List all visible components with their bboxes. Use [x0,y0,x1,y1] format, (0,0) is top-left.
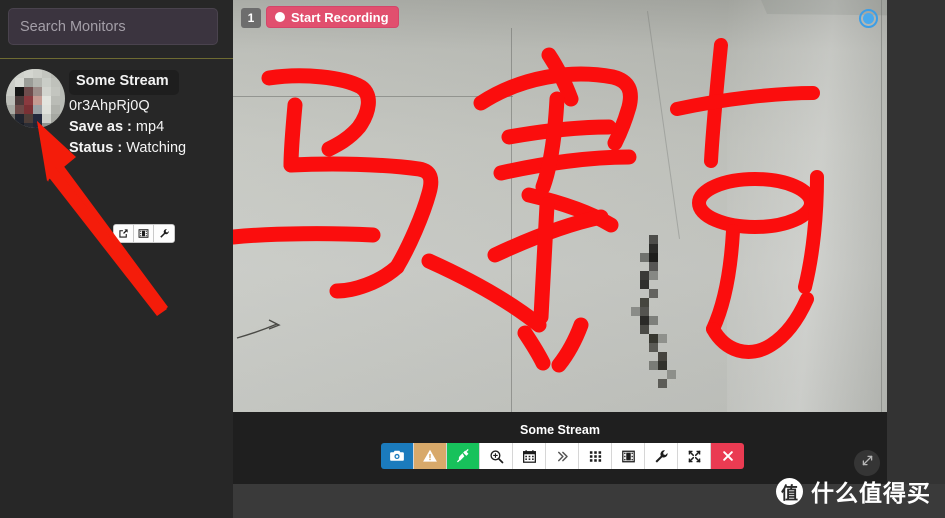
monitor-save-as: Save as : mp4 [69,117,231,137]
resize-handle[interactable] [854,450,880,476]
camera-icon [389,448,405,464]
record-dot-icon [275,12,285,22]
detector-button[interactable] [414,443,447,469]
wrench-icon [159,228,170,239]
app-window: Some Stream 0r3AhpRj0Q Save as : mp4 Sta… [0,0,945,518]
watermark-text: 什么值得买 [811,481,931,507]
videos-button[interactable] [612,443,645,469]
close-x-icon [721,449,735,463]
save-as-value: mp4 [135,118,165,135]
watermark-logo-icon: 值 [776,477,803,505]
start-recording-label: Start Recording [291,9,389,25]
calendar-button[interactable] [513,443,546,469]
watermark: 值 什么值得买 [776,474,931,508]
chevron-double-right-icon [555,449,570,464]
external-link-icon [118,228,129,239]
outer-right-background [887,0,945,484]
monitor-title: Some Stream [69,70,179,95]
zoom-button[interactable] [480,443,513,469]
sidebar-divider [0,58,233,59]
video-top-overlay: 1 Start Recording [233,0,887,36]
close-button[interactable] [711,443,744,469]
sidebar: Some Stream 0r3AhpRj0Q Save as : mp4 Sta… [0,0,233,518]
grid-button[interactable] [579,443,612,469]
diagonal-resize-icon [860,453,875,473]
magnifier-plus-icon [489,449,504,464]
wall-cable-mark [236,319,281,339]
film-strip-icon [621,449,636,464]
expand-arrows-icon [687,449,702,464]
more-button[interactable] [546,443,579,469]
video-stream-title: Some Stream [520,423,600,437]
start-recording-button[interactable]: Start Recording [266,6,399,28]
wrench-icon [654,449,669,464]
calendar-icon [522,449,537,464]
settings-button[interactable] [645,443,678,469]
film-strip-icon [138,228,149,239]
save-as-label: Save as : [69,118,132,135]
monitor-thumbnail-avatar[interactable] [6,69,65,128]
status-value: Watching [126,139,187,156]
red-annotation-doodle [233,38,824,373]
monitor-status: Status : Watching [69,138,231,158]
video-panel: 1 Start Recording Some Stream [233,0,887,484]
camera-number-badge: 1 [241,8,261,28]
videos-button[interactable] [134,225,154,242]
live-status-icon[interactable] [859,9,878,28]
warning-triangle-icon [422,448,438,464]
search-monitors-field[interactable] [8,8,218,45]
monitor-info: Some Stream 0r3AhpRj0Q Save as : mp4 Sta… [69,70,231,158]
connection-button[interactable] [447,443,480,469]
monitor-action-buttons [113,224,175,243]
fullscreen-button[interactable] [678,443,711,469]
monitor-list-item[interactable]: Some Stream 0r3AhpRj0Q Save as : mp4 Sta… [0,62,233,243]
monitor-id: 0r3AhpRj0Q [69,97,150,114]
video-toolbar [381,443,744,469]
video-stream-view[interactable]: 1 Start Recording [233,0,887,412]
status-label: Status : [69,139,123,156]
grid-icon [588,449,603,464]
plug-icon [455,448,471,464]
open-external-button[interactable] [114,225,134,242]
search-input[interactable] [8,8,218,45]
snapshot-button[interactable] [381,443,414,469]
settings-button[interactable] [154,225,174,242]
